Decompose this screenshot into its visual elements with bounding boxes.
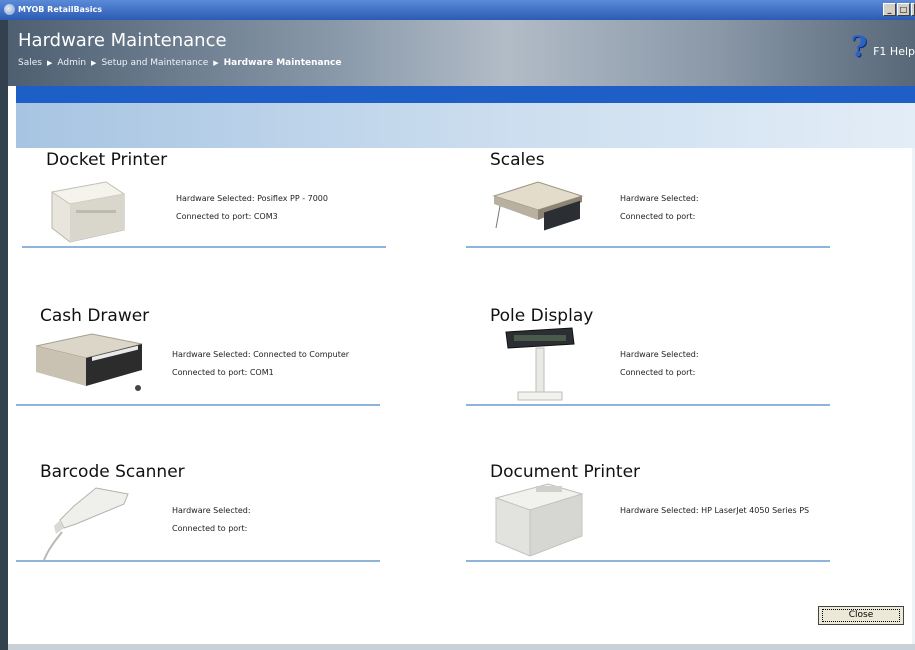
divider (466, 404, 830, 406)
device-title: Pole Display (490, 306, 594, 326)
port: Connected to port: (620, 368, 696, 377)
hardware-selected: Hardware Selected: HP LaserJet 4050 Seri… (620, 506, 810, 515)
help-label: F1 Help (873, 45, 915, 58)
divider (466, 246, 830, 248)
hardware-selected: Hardware Selected: (172, 506, 251, 515)
bottom-frame (8, 644, 915, 650)
accent-bar (16, 86, 915, 103)
window-title: MYOB RetailBasics (18, 5, 102, 14)
app-icon (4, 4, 15, 15)
docket-printer-icon (50, 181, 126, 243)
document-printer-icon (494, 483, 584, 557)
minimize-button[interactable]: _ (883, 3, 896, 16)
breadcrumb-current: Hardware Maintenance (223, 58, 342, 68)
breadcrumb-sales[interactable]: Sales (18, 58, 42, 68)
pole-display-icon (505, 327, 575, 401)
device-title: Scales (490, 150, 545, 170)
device-title: Document Printer (490, 462, 641, 482)
device-title: Cash Drawer (40, 306, 150, 326)
help-button[interactable]: ? F1 Help (851, 30, 915, 63)
chevron-right-icon: ▶ (46, 59, 53, 67)
focus-rect (822, 609, 900, 622)
divider (16, 404, 380, 406)
page-title: Hardware Maintenance (18, 30, 227, 51)
hardware-selected: Hardware Selected: Posiflex PP - 7000 (176, 194, 328, 203)
content-margin (8, 86, 16, 650)
hardware-selected: Hardware Selected: (620, 350, 699, 359)
page-header: Hardware Maintenance Sales ▶ Admin ▶ Set… (8, 20, 915, 86)
hardware-selected: Hardware Selected: (620, 194, 699, 203)
breadcrumb-setup[interactable]: Setup and Maintenance (101, 58, 208, 68)
port: Connected to port: (620, 212, 696, 221)
breadcrumb-admin[interactable]: Admin (57, 58, 86, 68)
docket-printer-info: Hardware Selected: Posiflex PP - 7000 Co… (176, 190, 328, 226)
pole-display-info: Hardware Selected: Connected to port: (620, 346, 699, 382)
divider (16, 560, 380, 562)
barcode-scanner-icon (43, 487, 129, 561)
device-title: Docket Printer (46, 150, 168, 170)
port: Connected to port: (172, 524, 248, 533)
close-window-button[interactable] (911, 3, 915, 16)
close-button[interactable]: Close (818, 606, 904, 625)
header-band (16, 103, 915, 148)
cash-drawer-icon (35, 333, 143, 391)
barcode-scanner-info: Hardware Selected: Connected to port: (172, 502, 251, 538)
divider (466, 560, 830, 562)
port: Connected to port: COM1 (172, 368, 274, 377)
chevron-right-icon: ▶ (213, 59, 219, 67)
app-window: MYOB RetailBasics _ □ Hardware Maintenan… (0, 0, 915, 650)
breadcrumb: Sales ▶ Admin ▶ Setup and Maintenance ▶ … (18, 58, 341, 68)
scales-icon (492, 181, 584, 231)
cash-drawer-info: Hardware Selected: Connected to Computer… (172, 346, 349, 382)
chevron-right-icon: ▶ (91, 59, 97, 67)
divider (22, 246, 386, 248)
question-mark-icon: ? (850, 30, 868, 63)
port: Connected to port: COM3 (176, 212, 278, 221)
device-title: Barcode Scanner (40, 462, 185, 482)
title-bar[interactable]: MYOB RetailBasics _ □ (0, 0, 915, 20)
document-printer-info: Hardware Selected: HP LaserJet 4050 Seri… (620, 502, 809, 520)
maximize-button[interactable]: □ (897, 3, 910, 16)
hardware-selected: Hardware Selected: Connected to Computer (172, 350, 350, 359)
left-frame (0, 20, 8, 650)
scales-info: Hardware Selected: Connected to port: (620, 190, 699, 226)
